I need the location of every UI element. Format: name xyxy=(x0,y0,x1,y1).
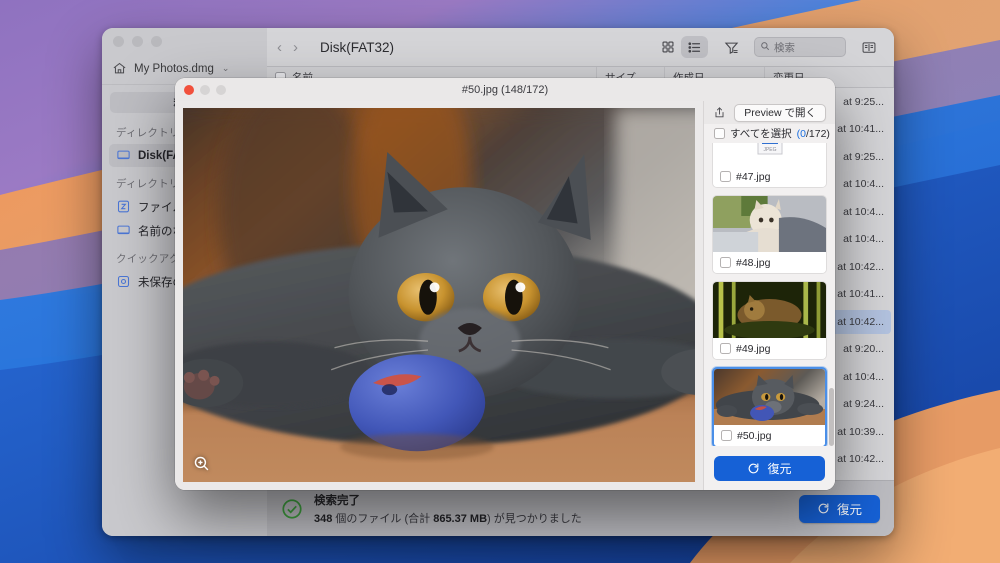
status-detail-end: ) が見つかりました xyxy=(487,512,582,525)
thumbnail-checkbox[interactable] xyxy=(720,343,731,354)
cell-modified: at 10:41... xyxy=(837,288,884,301)
thumbnail-card[interactable]: #49.jpg xyxy=(712,281,827,360)
close-button[interactable] xyxy=(113,36,124,47)
back-button[interactable]: ‹ xyxy=(277,39,282,56)
toolbar: ‹ › Disk(FAT32) 検索 xyxy=(267,28,894,66)
modal-restore-label: 復元 xyxy=(767,461,792,476)
thumbnail-filename: #50.jpg xyxy=(737,429,772,442)
zoom-in-icon[interactable] xyxy=(193,455,210,472)
status-total-size: 865.37 MB xyxy=(433,512,488,525)
disk-icon xyxy=(116,148,131,163)
status-title: 検索完了 xyxy=(314,494,360,507)
thumbnail-label-row[interactable]: #48.jpg xyxy=(713,252,826,273)
thumbnail-image[interactable] xyxy=(714,369,825,425)
grid-view-icon[interactable] xyxy=(654,36,681,58)
cell-modified: at 10:4... xyxy=(843,370,884,383)
thumbnail-label-row[interactable]: #50.jpg xyxy=(714,425,825,446)
preview-image[interactable] xyxy=(183,108,695,482)
thumbnail-card[interactable]: JPEG #47.jpg xyxy=(712,143,827,188)
thumbnail-card[interactable]: #50.jpg xyxy=(712,367,827,446)
select-all-count: (0/172) xyxy=(796,127,830,140)
open-with-preview-label: Preview で開く xyxy=(744,107,816,119)
modal-titlebar: #50.jpg (148/172) xyxy=(175,78,835,101)
cell-modified: at 10:42... xyxy=(837,260,884,273)
thumbnail-sidebar: Preview で開く すべてを選択 (0/172) JPEG #47.jpg #4… xyxy=(703,101,835,490)
modal-main: Preview で開く すべてを選択 (0/172) JPEG #47.jpg #4… xyxy=(175,101,835,490)
cell-modified: at 10:4... xyxy=(843,233,884,246)
unsaved-icon xyxy=(116,274,131,289)
thumbnail-scrollbar[interactable] xyxy=(829,388,834,446)
cell-modified: at 10:42... xyxy=(837,315,884,328)
thumbnail-image[interactable]: JPEG xyxy=(713,143,826,166)
cell-modified: at 10:42... xyxy=(837,453,884,466)
refresh-icon xyxy=(747,462,760,475)
thumbnail-filename: #47.jpg xyxy=(736,170,771,183)
thumbnail-filename: #48.jpg xyxy=(736,256,771,269)
search-input[interactable]: 検索 xyxy=(754,37,846,57)
list-view-icon[interactable] xyxy=(681,36,708,58)
filename-icon xyxy=(116,199,131,214)
cell-modified: at 10:41... xyxy=(837,123,884,136)
search-icon xyxy=(760,41,770,54)
thumbnail-checkbox[interactable] xyxy=(721,430,732,441)
view-mode-segmented-control[interactable] xyxy=(654,36,708,58)
thumbnail-label-row[interactable]: #47.jpg xyxy=(713,166,826,187)
cell-modified: at 9:24... xyxy=(843,398,884,411)
search-placeholder: 検索 xyxy=(774,41,795,54)
modal-restore-button[interactable]: 復元 xyxy=(714,455,825,481)
status-detail-mid: 個のファイル (合計 xyxy=(332,512,434,525)
share-icon[interactable] xyxy=(713,106,726,120)
page-title: Disk(FAT32) xyxy=(320,39,395,55)
nav-arrows: ‹ › xyxy=(277,39,298,56)
open-with-preview-button[interactable]: Preview で開く xyxy=(734,103,826,122)
chevron-down-icon[interactable]: ⌄ xyxy=(222,63,230,74)
thumbnail-label-row[interactable]: #49.jpg xyxy=(713,338,826,359)
refresh-icon xyxy=(817,502,830,515)
thumbnail-sidebar-toolbar: Preview で開く xyxy=(704,101,835,124)
modal-minimize-button[interactable] xyxy=(200,84,210,95)
cell-modified: at 9:25... xyxy=(843,150,884,163)
image-preview-modal: #50.jpg (148/172) Preview で開く すべてを選択 (0/… xyxy=(175,78,835,490)
cell-modified: at 9:20... xyxy=(843,343,884,356)
thumbnail-checkbox[interactable] xyxy=(720,257,731,268)
thumbnail-image[interactable] xyxy=(713,196,826,252)
thumbnail-list[interactable]: JPEG #47.jpg #48.jpg #49.jpg #50.jpg JPEG xyxy=(704,143,835,446)
preview-pane xyxy=(175,101,703,490)
cell-modified: at 9:25... xyxy=(843,95,884,108)
status-file-count: 348 xyxy=(314,512,333,525)
cell-modified: at 10:4... xyxy=(843,205,884,218)
svg-text:JPEG: JPEG xyxy=(763,147,776,153)
select-all-label: すべてを選択 xyxy=(730,128,792,140)
modal-footer: 復元 xyxy=(704,446,835,490)
inspector-icon[interactable] xyxy=(856,36,882,58)
status-detail: 348 個のファイル (合計 865.37 MB) が見つかりました xyxy=(314,510,582,526)
select-all-row[interactable]: すべてを選択 (0/172) xyxy=(704,124,835,143)
select-all-checkbox[interactable] xyxy=(714,128,725,139)
filter-icon[interactable] xyxy=(718,36,744,58)
modal-zoom-button[interactable] xyxy=(216,84,226,95)
modal-title: #50.jpg (148/172) xyxy=(461,83,549,96)
forward-button[interactable]: › xyxy=(293,39,298,56)
thumbnail-card[interactable]: #48.jpg xyxy=(712,195,827,274)
breadcrumb-label: My Photos.dmg xyxy=(134,62,214,75)
home-icon xyxy=(112,61,127,76)
thumbnail-checkbox[interactable] xyxy=(720,171,731,182)
modal-close-button[interactable] xyxy=(184,84,194,95)
cell-modified: at 10:4... xyxy=(843,178,884,191)
thumbnail-image[interactable] xyxy=(713,282,826,338)
cell-modified: at 10:39... xyxy=(837,425,884,438)
restore-button-label: 復元 xyxy=(836,503,862,517)
thumbnail-filename: #49.jpg xyxy=(736,342,771,355)
check-circle-icon xyxy=(281,498,303,520)
status-text-block: 検索完了 348 個のファイル (合計 865.37 MB) が見つかりました xyxy=(314,492,582,526)
restore-button[interactable]: 復元 xyxy=(798,494,880,523)
window-traffic-lights[interactable] xyxy=(102,28,267,55)
jpeg-file-icon: JPEG xyxy=(755,143,785,155)
maximize-button[interactable] xyxy=(151,36,162,47)
disk-icon xyxy=(116,223,131,238)
minimize-button[interactable] xyxy=(132,36,143,47)
